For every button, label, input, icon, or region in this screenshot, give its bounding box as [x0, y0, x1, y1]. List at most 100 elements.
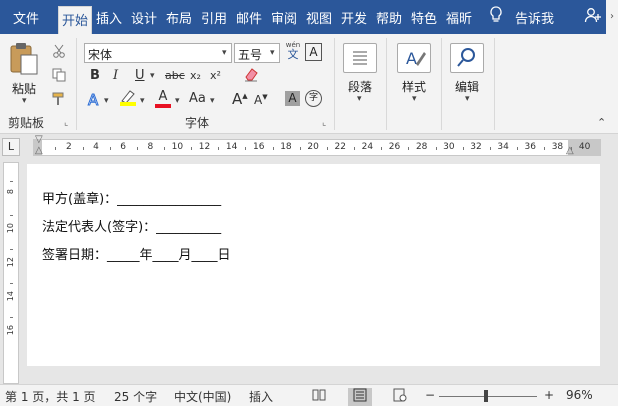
hanging-indent-marker[interactable]: △ — [35, 145, 43, 156]
copy-icon[interactable] — [52, 68, 66, 86]
font-name-dropdown-icon[interactable]: ▾ — [222, 48, 227, 58]
status-word-count[interactable]: 25 个字 — [114, 388, 157, 405]
ruler-number: 34 — [497, 142, 509, 152]
font-name-box[interactable]: 宋体 — [84, 43, 232, 63]
editing-button[interactable] — [450, 43, 484, 73]
vertical-ruler[interactable]: 8 10 12 14 16 — [3, 162, 19, 384]
print-layout-icon[interactable] — [348, 388, 372, 406]
ruler-tick — [272, 147, 274, 150]
phonetic-guide-button[interactable]: wén 文 — [285, 41, 301, 63]
text-effects-dropdown-icon[interactable]: ▾ — [104, 96, 109, 106]
format-painter-icon[interactable] — [52, 92, 66, 110]
ruler-tick — [544, 147, 546, 150]
ribbon-scroll-right[interactable]: › — [606, 0, 618, 34]
superscript-button[interactable]: x² — [210, 69, 221, 82]
styles-button[interactable]: A — [397, 43, 431, 73]
tab-help[interactable]: 帮助 — [376, 8, 402, 27]
paste-dropdown-icon[interactable]: ▾ — [22, 96, 27, 106]
subscript-button[interactable]: x₂ — [190, 69, 201, 82]
clear-formatting-icon[interactable] — [243, 66, 259, 86]
status-page-count[interactable]: 第 1 页，共 1 页 — [5, 388, 96, 405]
styles-dropdown-icon[interactable]: ▾ — [412, 94, 417, 104]
ruler-number: 4 — [93, 142, 99, 152]
editing-dropdown-icon[interactable]: ▾ — [465, 94, 470, 104]
ruler-number: 20 — [307, 142, 319, 152]
character-border-button[interactable]: A — [305, 43, 322, 61]
tab-layout[interactable]: 布局 — [166, 8, 192, 27]
tab-review[interactable]: 审阅 — [271, 8, 297, 27]
read-mode-icon[interactable] — [312, 388, 326, 406]
paragraph-label: 段落 — [348, 80, 373, 94]
enclose-characters-button[interactable]: 字 — [305, 90, 322, 107]
tab-developer[interactable]: 开发 — [341, 8, 367, 27]
document-page[interactable]: 甲方(盖章)：________________ 法定代表人(签字)：______… — [27, 164, 600, 366]
tab-special[interactable]: 特色 — [411, 8, 437, 27]
ribbon-home: 粘贴 ▾ 剪贴板 ⌞ 宋体 ▾ 五号 ▾ wén 文 A B I U ▾ abc… — [0, 34, 618, 134]
tab-home[interactable]: 开始 — [58, 6, 93, 34]
collapse-ribbon-icon[interactable]: ⌃ — [597, 116, 606, 129]
tab-file[interactable]: 文件 — [13, 8, 39, 27]
bold-button[interactable]: B — [90, 68, 100, 83]
zoom-in-button[interactable]: + — [544, 388, 554, 402]
document-line-sign-date[interactable]: 签署日期：_____年____月____日 — [42, 244, 231, 263]
document-line-legal-rep[interactable]: 法定代表人(签字)：__________ — [42, 216, 221, 235]
group-separator — [76, 38, 77, 130]
clipboard-launcher-icon[interactable]: ⌞ — [64, 118, 68, 128]
change-case-dropdown-icon[interactable]: ▾ — [210, 96, 215, 106]
horizontal-ruler-row: L 2 4 6 8 10 12 14 16 18 20 22 24 26 28 30 32 34 36 38 40 ▽… — [0, 134, 618, 160]
text-effects-button[interactable]: A — [87, 91, 98, 110]
status-language[interactable]: 中文(中国) — [174, 388, 231, 405]
group-separator — [441, 38, 442, 130]
underline-button[interactable]: U — [135, 68, 145, 83]
vertical-scrollbar[interactable] — [604, 162, 618, 384]
ruler-number: 32 — [470, 142, 482, 152]
zoom-slider-thumb[interactable] — [483, 390, 488, 402]
ruler-number: 36 — [524, 142, 536, 152]
highlight-button[interactable] — [118, 89, 140, 109]
zoom-level[interactable]: 96% — [566, 388, 593, 402]
grow-font-button[interactable]: A▲ — [232, 90, 248, 108]
web-layout-icon[interactable] — [393, 388, 407, 406]
document-line-party-seal[interactable]: 甲方(盖章)：________________ — [42, 188, 221, 207]
highlight-dropdown-icon[interactable]: ▾ — [140, 96, 145, 106]
ruler-number: 10 — [171, 142, 184, 152]
lightbulb-icon[interactable] — [489, 6, 503, 28]
vertical-ruler-number: 16 — [6, 325, 15, 336]
highlighter-icon — [121, 90, 135, 104]
tab-view[interactable]: 视图 — [306, 8, 332, 27]
shrink-font-button[interactable]: A▼ — [254, 93, 268, 107]
font-size-dropdown-icon[interactable]: ▾ — [270, 48, 275, 58]
grow-font-letter: A — [232, 90, 243, 108]
change-case-button[interactable]: Aa — [189, 91, 206, 106]
ruler-tick — [55, 147, 57, 150]
cut-icon[interactable] — [52, 44, 66, 62]
tab-selector[interactable]: L — [2, 138, 20, 156]
tell-me-search[interactable]: 告诉我 — [515, 8, 554, 27]
strikethrough-button[interactable]: abc — [165, 69, 185, 82]
font-launcher-icon[interactable]: ⌞ — [322, 118, 326, 128]
tab-insert[interactable]: 插入 — [96, 8, 122, 27]
first-line-indent-marker[interactable]: ▽ — [35, 134, 43, 145]
right-indent-marker[interactable]: △ — [566, 145, 574, 156]
group-separator — [494, 38, 495, 130]
tab-foxit[interactable]: 福昕 — [446, 8, 472, 27]
horizontal-ruler[interactable]: 2 4 6 8 10 12 14 16 18 20 22 24 26 28 30 32 34 36 38 40 — [33, 139, 601, 156]
tab-references[interactable]: 引用 — [201, 8, 227, 27]
status-insert-mode[interactable]: 插入 — [249, 388, 273, 405]
zoom-out-button[interactable]: − — [425, 388, 435, 402]
paste-button[interactable]: 粘贴 ▾ — [8, 42, 44, 106]
zoom-slider-track[interactable] — [439, 396, 537, 397]
underline-dropdown-icon[interactable]: ▾ — [150, 71, 155, 81]
paragraph-dropdown-icon[interactable]: ▾ — [357, 94, 362, 104]
font-color-button[interactable]: A — [154, 89, 172, 109]
character-shading-button[interactable]: A — [285, 91, 300, 106]
paragraph-button[interactable] — [343, 43, 377, 73]
italic-button[interactable]: I — [113, 68, 118, 83]
ruler-tick — [326, 147, 328, 150]
share-person-icon[interactable] — [584, 6, 602, 28]
vertical-ruler-number: 14 — [6, 291, 15, 302]
tab-mailings[interactable]: 邮件 — [236, 8, 262, 27]
tab-design[interactable]: 设计 — [131, 8, 157, 27]
vertical-ruler-tick — [10, 215, 13, 216]
font-color-dropdown-icon[interactable]: ▾ — [175, 96, 180, 106]
